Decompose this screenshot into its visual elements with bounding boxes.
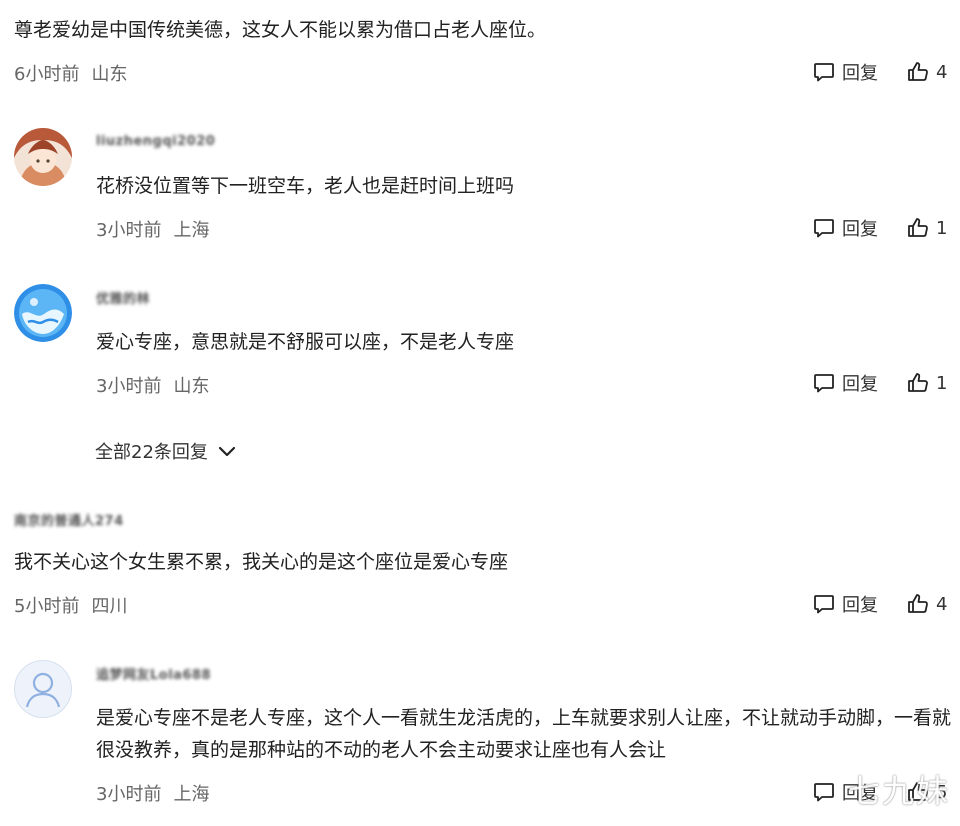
comment-meta: 5小时前 四川	[14, 592, 127, 618]
comment-bubble-icon	[814, 595, 834, 614]
thumbs-up-icon	[908, 373, 928, 392]
comment-location: 上海	[173, 784, 210, 805]
default-user-avatar-icon	[25, 672, 61, 708]
comment-meta: 3小时前 上海	[96, 780, 209, 806]
thumbs-up-icon	[908, 62, 928, 81]
reply-button[interactable]: 回复	[812, 368, 878, 398]
username[interactable]: 南京的普通人274	[14, 510, 124, 529]
view-all-replies-link[interactable]: 全部22条回复	[95, 438, 238, 464]
comment-text: 花桥没位置等下一班空车，老人也是赶时间上班吗	[96, 175, 515, 197]
comment-actions: 回复 1	[812, 213, 952, 243]
anime-girl-avatar-icon	[14, 128, 72, 186]
blue-planet-avatar-icon	[14, 284, 72, 342]
comment-time: 3小时前	[96, 376, 162, 397]
username[interactable]: liuzhengqi2020	[96, 134, 215, 149]
like-count: 1	[936, 372, 948, 394]
comment-text: 我不关心这个女生累不累，我关心的是这个座位是爱心专座	[14, 551, 509, 573]
comment-meta: 3小时前 上海	[96, 216, 209, 242]
like-button[interactable]: 1	[906, 368, 947, 398]
comment-time: 3小时前	[96, 220, 162, 241]
comment-location: 上海	[173, 220, 210, 241]
comment-bubble-icon	[814, 783, 834, 802]
like-button[interactable]: 4	[906, 589, 947, 619]
thumbs-up-icon	[908, 594, 928, 613]
avatar[interactable]	[14, 284, 72, 342]
comment-location: 四川	[91, 596, 128, 617]
comment-location: 山东	[91, 64, 128, 85]
comment-bubble-icon	[814, 219, 834, 238]
comment-meta: 3小时前 山东	[96, 372, 209, 398]
comment-time: 6小时前	[14, 64, 80, 85]
comment-text: 爱心专座，意思就是不舒服可以座，不是老人专座	[96, 331, 515, 353]
comment-text: 尊老爱幼是中国传统美德，这女人不能以累为借口占老人座位。	[14, 19, 547, 41]
avatar[interactable]	[14, 128, 72, 186]
reply-button[interactable]: 回复	[812, 589, 878, 619]
comment-bubble-icon	[814, 63, 834, 82]
reply-label: 回复	[842, 219, 878, 240]
watermark: 七九妹	[848, 772, 951, 810]
chevron-down-icon	[218, 446, 236, 457]
like-count: 1	[936, 217, 948, 239]
avatar[interactable]	[14, 660, 72, 718]
comment-text: 是爱心专座不是老人专座，这个人一看就生龙活虎的，上车就要求别人让座，不让就动手动…	[96, 707, 952, 761]
username[interactable]: 追梦网友Lola688	[96, 664, 211, 683]
reply-label: 回复	[842, 63, 878, 84]
comment-meta: 6小时前 山东	[14, 60, 127, 86]
comment-bubble-icon	[814, 374, 834, 393]
reply-label: 回复	[842, 374, 878, 395]
comment-location: 山东	[173, 376, 210, 397]
comment-time: 5小时前	[14, 596, 80, 617]
comment-actions: 回复 4	[812, 589, 952, 619]
like-button[interactable]: 4	[906, 57, 947, 87]
reply-button[interactable]: 回复	[812, 57, 878, 87]
comment-actions: 回复 1	[812, 368, 952, 398]
username[interactable]: 优雅的林	[96, 288, 150, 307]
thumbs-up-icon	[908, 218, 928, 237]
reply-button[interactable]: 回复	[812, 213, 878, 243]
comment-actions: 回复 4	[812, 57, 952, 87]
comment-time: 3小时前	[96, 784, 162, 805]
like-count: 4	[936, 61, 948, 83]
more-replies-label: 全部22条回复	[95, 442, 208, 463]
like-count: 4	[936, 593, 948, 615]
reply-label: 回复	[842, 595, 878, 616]
like-button[interactable]: 1	[906, 213, 947, 243]
